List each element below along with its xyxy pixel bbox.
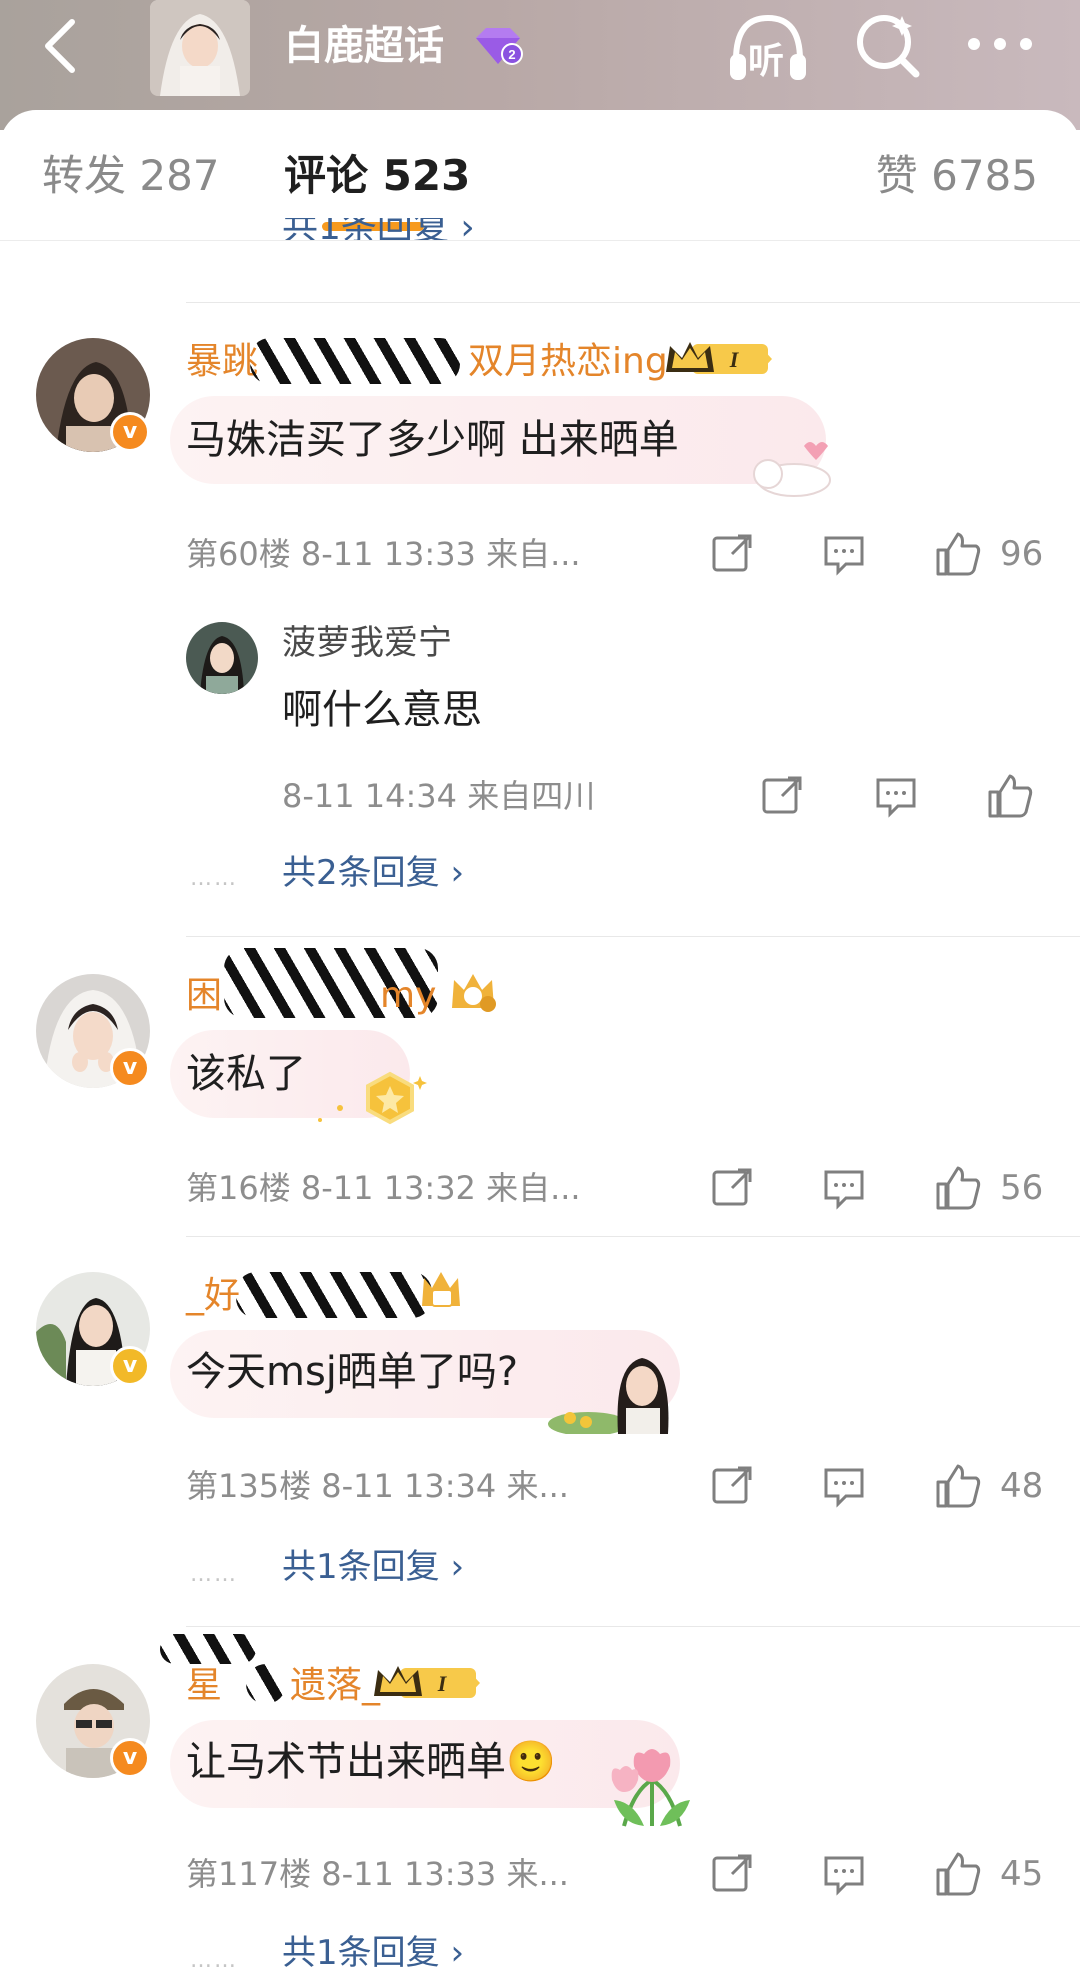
comment-icon[interactable] — [822, 532, 866, 576]
reply-username[interactable]: 菠萝我爱宁 — [282, 620, 452, 666]
reply-link-partial[interactable]: 共1条回复 › — [282, 218, 475, 240]
redaction-scribble — [246, 1664, 286, 1704]
comment-text: 马姝洁买了多少啊 出来晒单 — [186, 417, 679, 463]
comment-meta: 第16楼 8-11 13:32 来自... — [186, 1169, 581, 1207]
like-icon[interactable] — [986, 772, 1034, 820]
crown-level-badge-icon — [452, 974, 496, 1012]
like-count: 45 — [1000, 1854, 1044, 1894]
crown-level-badge-icon: I — [374, 1666, 480, 1698]
level-text: I — [437, 1671, 448, 1696]
like-icon[interactable] — [934, 1164, 982, 1212]
crown-level-badge-icon: I — [666, 342, 772, 374]
verified-badge-icon: v — [110, 412, 150, 452]
topic-avatar[interactable] — [150, 0, 250, 96]
view-replies-link[interactable]: 共1条回复 › — [282, 1544, 464, 1590]
like-count: 48 — [1000, 1466, 1044, 1506]
cat-sticker-icon — [753, 442, 831, 497]
comment-text: 让马术节出来晒单🙂 — [186, 1739, 556, 1785]
content-panel — [0, 110, 1080, 1988]
reply-dots: …… — [190, 866, 238, 891]
comment-icon[interactable] — [822, 1464, 866, 1508]
verified-badge-icon: v — [110, 1738, 150, 1778]
redaction-scribble — [160, 1634, 256, 1664]
reply-dots: …… — [190, 1948, 238, 1973]
username[interactable]: 困 — [186, 972, 222, 1020]
comment-meta: 第135楼 8-11 13:34 来... — [186, 1467, 569, 1505]
more-icon[interactable] — [960, 22, 1040, 66]
tab-repost[interactable]: 转发 287 — [42, 146, 220, 206]
comment-meta: 第60楼 8-11 13:33 来自... — [186, 535, 581, 573]
listen-button[interactable]: 听 — [726, 8, 810, 84]
username-tail[interactable]: 双月热恋ing — [468, 338, 668, 386]
tab-like[interactable]: 赞 6785 — [876, 146, 1038, 206]
like-icon[interactable] — [934, 530, 982, 578]
comment-divider — [186, 936, 1080, 937]
tab-bar: 转发 287 评论 523 赞 6785 — [0, 110, 1080, 240]
share-icon[interactable] — [710, 1852, 754, 1896]
tab-comment[interactable]: 评论 523 — [284, 146, 470, 206]
listen-label: 听 — [748, 41, 785, 82]
share-icon[interactable] — [710, 532, 754, 576]
share-icon[interactable] — [760, 774, 804, 818]
comment-divider — [186, 302, 1080, 303]
username-tail[interactable]: my — [380, 972, 436, 1020]
comment-icon[interactable] — [822, 1166, 866, 1210]
like-count: 56 — [1000, 1168, 1044, 1208]
tabs-divider — [0, 240, 1080, 241]
like-count: 96 — [1000, 534, 1044, 574]
topic-title[interactable]: 白鹿超话 — [284, 16, 444, 76]
verified-badge-icon: v — [110, 1048, 150, 1088]
verified-badge-icon: v — [110, 1346, 150, 1386]
comment-divider — [186, 1626, 1080, 1627]
comment-icon[interactable] — [874, 774, 918, 818]
comment-meta: 第117楼 8-11 13:33 来... — [186, 1855, 569, 1893]
view-replies-link[interactable]: 共1条回复 › — [282, 1930, 464, 1976]
sparkle-badge-sticker-icon — [318, 1071, 427, 1125]
username[interactable]: _好 — [186, 1272, 240, 1320]
reply-avatar[interactable] — [186, 622, 258, 694]
reply-meta: 8-11 14:34 来自四川 — [282, 777, 596, 815]
level-text: I — [729, 347, 740, 372]
comment-text: 今天msj晒单了吗? — [186, 1349, 519, 1395]
svg-text:2: 2 — [508, 47, 515, 62]
gem-level-icon: 2 — [476, 28, 523, 65]
username[interactable]: 暴跳 — [186, 338, 258, 386]
comment-icon[interactable] — [822, 1852, 866, 1896]
username[interactable]: 星 — [186, 1662, 222, 1710]
portrait-sticker-icon — [548, 1358, 669, 1434]
redaction-scribble — [236, 1272, 432, 1318]
crown-level-badge-icon — [422, 1272, 460, 1307]
comment-text: 该私了 — [186, 1051, 306, 1097]
tulip-sticker-icon — [611, 1749, 690, 1827]
comment-divider — [186, 1236, 1080, 1237]
reply-text: 啊什么意思 — [282, 687, 482, 733]
like-icon[interactable] — [934, 1462, 982, 1510]
like-icon[interactable] — [934, 1850, 982, 1898]
back-arrow-icon[interactable] — [34, 16, 90, 76]
reply-dots: …… — [190, 1562, 238, 1587]
redaction-scribble — [250, 338, 460, 384]
search-icon[interactable] — [852, 10, 922, 80]
share-icon[interactable] — [710, 1166, 754, 1210]
share-icon[interactable] — [710, 1464, 754, 1508]
username-tail[interactable]: 遗落_ — [290, 1662, 380, 1710]
view-replies-link[interactable]: 共2条回复 › — [282, 850, 464, 896]
